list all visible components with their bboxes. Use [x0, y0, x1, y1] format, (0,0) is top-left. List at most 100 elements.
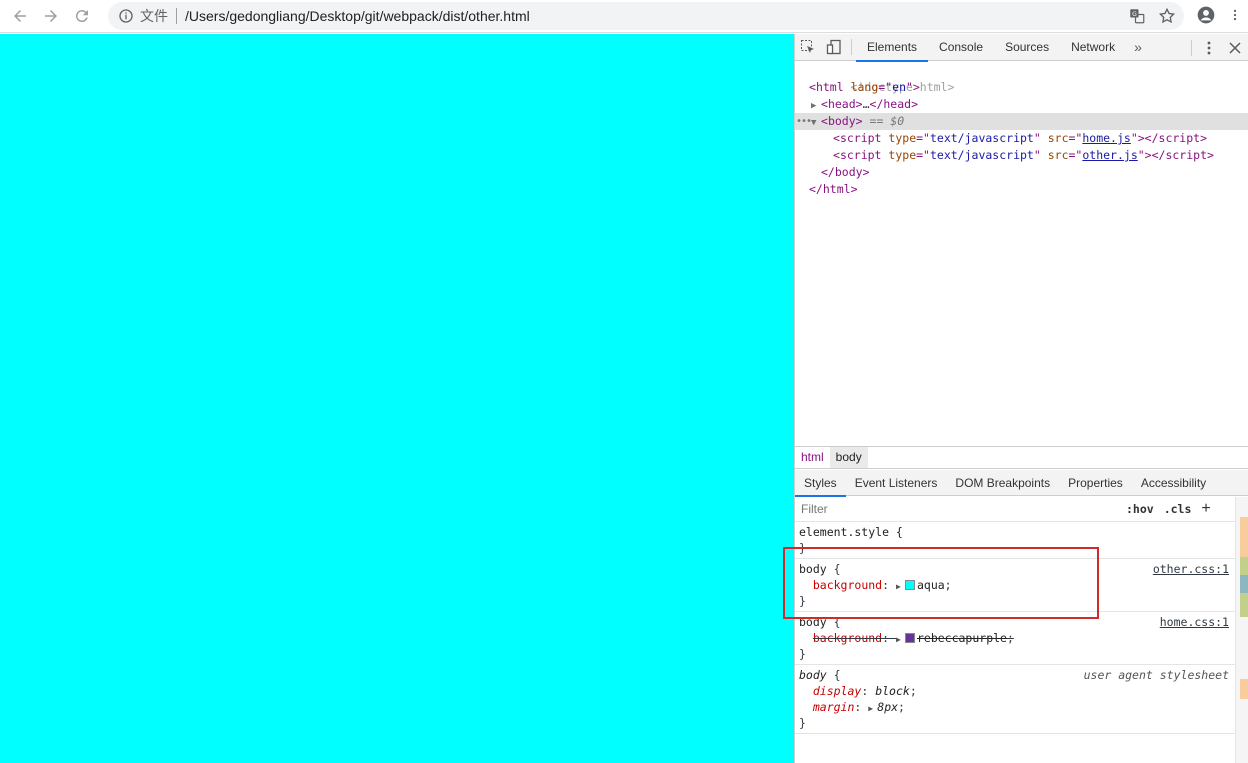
expand-shorthand-icon[interactable]: ▶ [896, 579, 905, 595]
home-js-link[interactable]: home.js [1082, 131, 1130, 145]
rule-close-brace: } [799, 647, 806, 661]
dom-node-doctype[interactable]: <!doctype html> [795, 62, 1248, 94]
new-rule-button[interactable]: + [1196, 501, 1215, 517]
close-devtools-button[interactable] [1222, 35, 1248, 61]
inspect-element-button[interactable] [795, 34, 821, 60]
html-close-tag: html [822, 182, 851, 196]
close-icon [1229, 41, 1241, 54]
cls-button[interactable]: .cls [1159, 501, 1197, 517]
dom-node-script-home[interactable]: <script type="text/javascript" src="home… [795, 130, 1248, 147]
back-button[interactable] [9, 5, 31, 27]
styles-filter-input[interactable] [798, 499, 1121, 519]
more-vert-icon[interactable] [1228, 5, 1242, 25]
head-ellipsis: … [862, 97, 870, 111]
head-close-tag: head [883, 97, 912, 111]
tab-event-listeners[interactable]: Event Listeners [846, 470, 947, 496]
device-toolbar-button[interactable] [821, 34, 847, 60]
style-rule-other-css: body { other.css:1 background: ▶ aqua; } [795, 559, 1235, 612]
src-attr: src [1047, 148, 1069, 162]
html-tag: html [815, 80, 844, 94]
dom-node-body-close[interactable]: </body> [795, 164, 1248, 181]
dom-node-html-close[interactable]: </html> [795, 181, 1248, 198]
tab-dom-breakpoints[interactable]: DOM Breakpoints [946, 470, 1059, 496]
script-close-tag: script [1165, 148, 1207, 162]
tab-console[interactable]: Console [928, 34, 994, 61]
tab-accessibility[interactable]: Accessibility [1132, 470, 1215, 496]
more-tabs-button[interactable]: » [1126, 39, 1150, 55]
styles-pane: :hov .cls + element.style { } body { oth… [795, 497, 1235, 763]
dom-node-html[interactable]: <html lang="en"> [795, 79, 1248, 96]
devtools-tabbar: Elements Console Sources Network » [795, 34, 1248, 62]
styles-filter-bar: :hov .cls + [795, 497, 1235, 522]
body-close-tag: body [834, 165, 863, 179]
style-rule-user-agent: body { user agent stylesheet display: bl… [795, 665, 1235, 734]
breadcrumb: html body [795, 446, 1248, 469]
css-value-overridden[interactable]: rebeccapurple [917, 631, 1007, 645]
color-swatch-aqua[interactable] [904, 580, 915, 590]
tab-elements[interactable]: Elements [856, 34, 929, 62]
tab-sources[interactable]: Sources [994, 34, 1060, 61]
devtools-panel: Elements Console Sources Network » <!doc… [794, 34, 1248, 763]
toolbar-separator-right [1191, 39, 1192, 56]
expand-shorthand-icon[interactable]: ▶ [868, 701, 877, 717]
selected-node-marker: == $0 [869, 114, 905, 128]
hov-button[interactable]: :hov [1121, 501, 1159, 517]
forward-button[interactable] [40, 5, 62, 27]
breadcrumb-body[interactable]: body [829, 447, 868, 468]
css-property[interactable]: background [813, 578, 882, 592]
element-style-selector[interactable]: element.style { [799, 525, 903, 539]
reload-button[interactable] [71, 5, 93, 27]
dom-node-body[interactable]: ••• ▼ <body> == $0 [795, 113, 1248, 130]
home-css-source-link[interactable]: home.css:1 [1160, 614, 1229, 630]
dom-node-script-other[interactable]: <script type="text/javascript" src="othe… [795, 147, 1248, 164]
rule-selector: body [799, 668, 827, 682]
rule-selector[interactable]: body [799, 562, 827, 576]
reload-icon [75, 10, 88, 23]
css-value[interactable]: aqua [917, 578, 945, 592]
styles-scrollbar[interactable] [1235, 497, 1248, 763]
url-text[interactable]: /Users/gedongliang/Desktop/git/webpack/d… [185, 8, 530, 24]
other-js-link[interactable]: other.js [1082, 148, 1137, 162]
type-attr: type [888, 131, 917, 145]
account-icon[interactable] [1196, 5, 1216, 25]
node-actions-icon[interactable]: ••• [796, 113, 812, 130]
src-attr: src [1047, 131, 1069, 145]
devtools-menu-button[interactable] [1196, 35, 1222, 61]
address-bar[interactable]: 文件 /Users/gedongliang/Desktop/git/webpac… [108, 2, 1184, 30]
translate-icon[interactable]: G [1128, 7, 1146, 25]
toolbar-separator [851, 39, 852, 55]
file-scheme-label: 文件 [140, 8, 168, 24]
expand-shorthand-icon[interactable]: ▶ [896, 632, 905, 648]
other-css-source-link[interactable]: other.css:1 [1153, 561, 1229, 577]
arrow-left-icon [14, 10, 26, 22]
style-rule-home-css: body { home.css:1 background: ▶ rebeccapu… [795, 612, 1235, 665]
rule-close-brace: } [799, 594, 806, 608]
arrow-right-icon [45, 10, 57, 22]
info-icon[interactable] [118, 8, 134, 24]
dom-tree: <!doctype html> <html lang="en"> ▶ <head>… [795, 62, 1248, 446]
svg-text:G: G [1132, 11, 1137, 18]
css-property: margin [812, 700, 855, 714]
dom-node-head[interactable]: ▶ <head>…</head> [795, 96, 1248, 113]
page-viewport [0, 34, 794, 763]
type-value: text/javascript [929, 131, 1034, 145]
tab-properties[interactable]: Properties [1059, 470, 1132, 496]
body-tag: body [827, 114, 856, 128]
color-swatch-rebeccapurple[interactable] [904, 633, 915, 643]
tab-styles[interactable]: Styles [795, 470, 846, 497]
css-value: 8px [877, 700, 899, 714]
box-model-content-strip [1240, 575, 1248, 593]
lang-attr: lang [850, 80, 879, 94]
type-attr: type [888, 148, 917, 162]
star-icon[interactable] [1158, 7, 1176, 25]
css-property-overridden[interactable]: background [813, 631, 882, 645]
lang-value: en [892, 80, 906, 94]
tab-network[interactable]: Network [1060, 34, 1126, 61]
box-model-margin-strip [1240, 517, 1248, 557]
browser-toolbar: 文件 /Users/gedongliang/Desktop/git/webpac… [0, 0, 1248, 33]
type-value: text/javascript [929, 148, 1034, 162]
rule-selector[interactable]: body [799, 615, 827, 629]
breadcrumb-html[interactable]: html [795, 447, 830, 468]
script-tag: script [839, 148, 882, 162]
kebab-icon [1207, 41, 1211, 54]
